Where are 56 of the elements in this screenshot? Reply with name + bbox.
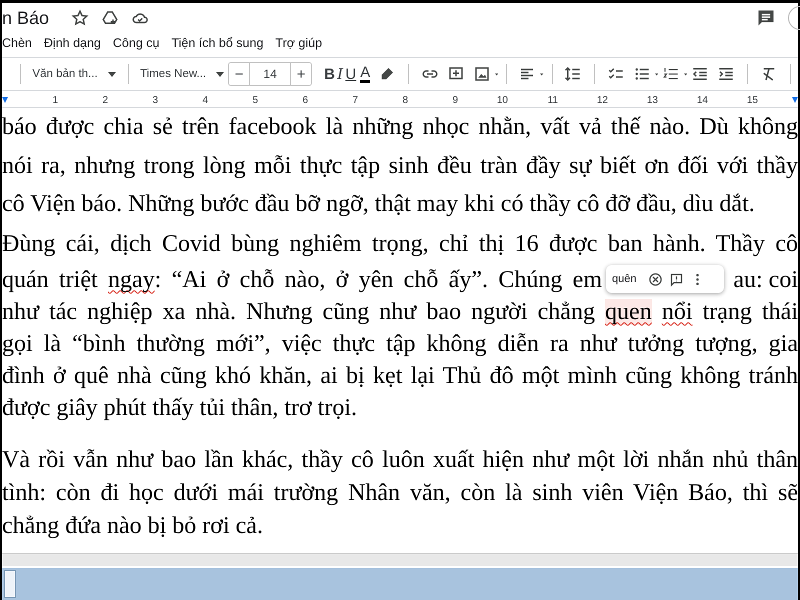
text-color-button[interactable]: A: [360, 65, 370, 83]
ruler-number: 9: [451, 94, 458, 106]
ruler-number: 8: [401, 94, 408, 106]
bold-button[interactable]: B: [324, 62, 335, 86]
increase-indent-icon[interactable]: [717, 65, 736, 83]
line-spacing-icon[interactable]: [564, 65, 582, 83]
text-line: đình ở quê nhà cũng khó khăn, ai bị kẹt lại Thủ đô một mình cũng không tránh: [2, 362, 798, 390]
comment-icon[interactable]: [669, 272, 684, 286]
decrease-indent-icon[interactable]: [691, 65, 710, 83]
italic-button[interactable]: I: [334, 62, 346, 86]
ruler-number: 4: [201, 94, 208, 106]
text-line: cô Viện báo. Những bước đầu bỡ ngỡ, thật may khi có thầy cô đỡ đầu, dìu dắt.: [2, 190, 756, 219]
font-size-field[interactable]: 14: [249, 62, 292, 86]
text-line: báo được chia sẻ trên facebook là những nhọc nhằn, vất vả thế nào. Dù không: [2, 113, 798, 142]
style-dropdown[interactable]: Văn bản th...: [28, 68, 120, 80]
ruler-number: 11: [546, 94, 558, 106]
increase-size-button[interactable]: +: [291, 62, 312, 86]
star-icon[interactable]: [71, 9, 90, 27]
ruler-number: 14: [696, 94, 708, 106]
indent-marker-icon[interactable]: [2, 97, 8, 103]
menu-item[interactable]: Công cụ: [112, 36, 160, 50]
text-line: được giây phút thấy tủi thân, trơ trọi.: [2, 394, 358, 422]
font-dropdown[interactable]: Times New...: [136, 68, 228, 80]
caret-icon: [108, 72, 116, 76]
caret-icon: [216, 72, 224, 76]
underline-button[interactable]: U: [345, 62, 356, 86]
ruler-number: 5: [251, 94, 258, 106]
ruler-number: 12: [596, 94, 608, 106]
text-line: nói ra, nhưng trong lòng mỗi thực tập sinh đều tràn đầy sự biết ơn đối với thầy: [2, 152, 798, 180]
text-line: chẳng đứa nào bị bỏ rơi cả.: [2, 512, 264, 540]
menu-item[interactable]: Chèn: [2, 36, 32, 50]
text-line: quán triệt ngay: “Ai ở chỗ nào, ở yên chỗ ấy”. Chúng em: [2, 266, 602, 294]
taskbar-button[interactable]: [4, 570, 16, 598]
ruler-number: 1: [51, 94, 58, 106]
indent-marker-icon[interactable]: [792, 97, 798, 103]
ruler-number: 13: [646, 94, 658, 106]
text-line: gọi là “bình thường mới”, việc thực tập không diễn ra như tưởng tượng, gia: [2, 330, 798, 358]
ruler-number: 10: [496, 94, 508, 106]
image-icon[interactable]: [472, 65, 491, 83]
ruler-number: 3: [151, 94, 158, 106]
ruler-number: 6: [301, 94, 308, 106]
ruler-number: 2: [101, 94, 108, 106]
dismiss-icon[interactable]: [648, 272, 664, 286]
text-line: Đùng cái, dịch Covid bùng nghiêm trọng, chỉ thị 16 được ban hành. Thầy cô: [2, 230, 798, 258]
menu-item[interactable]: Định dạng: [44, 36, 101, 50]
text-line: tình: còn đi học dưới mái trường Nhân văn, còn là sinh viên Viện Báo, thì sẽ: [2, 478, 798, 508]
text-fragment: au: coi: [733, 266, 798, 294]
menu-item[interactable]: Tiện ích bổ sung: [171, 36, 264, 50]
suggestion-button[interactable]: quên: [612, 273, 636, 285]
ruler-number: 7: [351, 94, 358, 106]
text-line: Và rồi vẫn như bao lần khác, thầy cô luôn xuất hiện như một lời nhắn nhủ thân: [2, 446, 798, 474]
comment-icon[interactable]: [756, 8, 776, 28]
ruler-number: 15: [746, 94, 758, 106]
document-title: n Báo: [2, 8, 50, 28]
menu-item[interactable]: Trợ giúp: [275, 36, 322, 50]
text-line: như tác nghiệp xa nhà. Nhưng cũng như bao người chẳng quen nổi trạng thái: [2, 298, 798, 326]
